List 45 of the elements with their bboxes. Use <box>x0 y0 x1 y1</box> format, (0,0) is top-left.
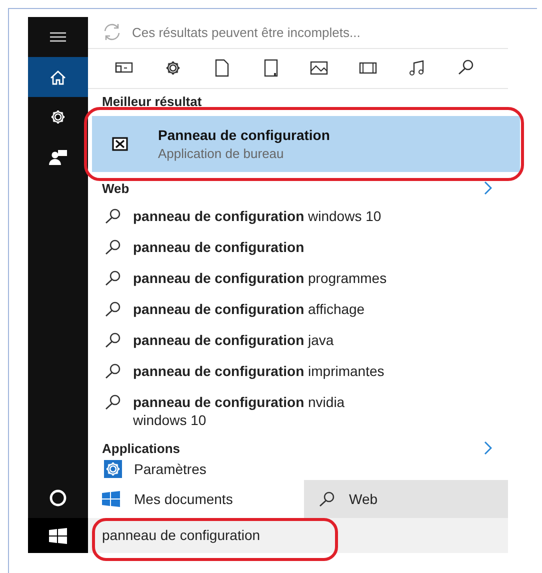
image-icon[interactable] <box>310 59 328 78</box>
search-suggestion[interactable]: panneau de configuration affichage <box>133 300 365 318</box>
result-item[interactable]: Panneau de configuration Application de bureau <box>92 116 520 172</box>
windows-icon <box>49 528 67 544</box>
search-suggestion[interactable]: panneau de configuration java <box>133 330 334 349</box>
result-subtitle: Application de bureau <box>158 146 285 161</box>
menu-icon <box>49 30 67 44</box>
search-icon <box>104 332 121 349</box>
section-heading: Meilleur résultat <box>102 94 202 109</box>
search-field[interactable]: panneau de configuration <box>88 518 508 553</box>
search-icon <box>104 300 121 318</box>
section-heading: Applications <box>102 440 180 456</box>
result-title: Panneau de configuration <box>158 126 330 143</box>
scope-tab[interactable]: Web <box>304 480 508 518</box>
music-icon[interactable] <box>408 59 426 78</box>
settings-icon <box>49 108 67 126</box>
start-button[interactable] <box>28 518 88 553</box>
settings-icon <box>104 460 122 478</box>
chevron-right-icon[interactable] <box>484 441 492 456</box>
document-icon[interactable] <box>212 59 231 78</box>
circle-icon <box>49 489 67 507</box>
home-button[interactable] <box>28 57 88 97</box>
search-suggestion[interactable]: panneau de configuration nvidia windows 10 <box>133 392 401 429</box>
refresh-icon <box>102 23 122 42</box>
search-icon <box>104 270 121 287</box>
search-suggestion[interactable]: panneau de configuration windows 10 <box>133 206 382 225</box>
status-message: Ces résultats peuvent être incomplets... <box>132 24 360 40</box>
control-panel-icon <box>112 136 128 151</box>
search-suggestion[interactable]: panneau de configuration programmes <box>133 268 387 287</box>
tablet-icon[interactable] <box>262 59 280 78</box>
search-icon[interactable] <box>456 59 475 78</box>
chevron-right-icon[interactable] <box>484 181 492 196</box>
home-icon <box>49 68 67 86</box>
search-icon <box>104 238 121 256</box>
search-icon <box>318 490 335 508</box>
search-suggestion[interactable]: panneau de configuration <box>133 238 304 256</box>
search-icon <box>104 394 121 411</box>
person-icon <box>49 149 67 165</box>
windows-icon <box>102 491 120 508</box>
app-item[interactable]: Paramètres <box>134 461 206 478</box>
search-icon <box>104 362 121 380</box>
search-suggestion[interactable]: panneau de configuration imprimantes <box>133 362 384 380</box>
search-icon <box>104 208 121 225</box>
settings-icon[interactable] <box>164 59 182 78</box>
section-heading: Web <box>102 180 130 196</box>
